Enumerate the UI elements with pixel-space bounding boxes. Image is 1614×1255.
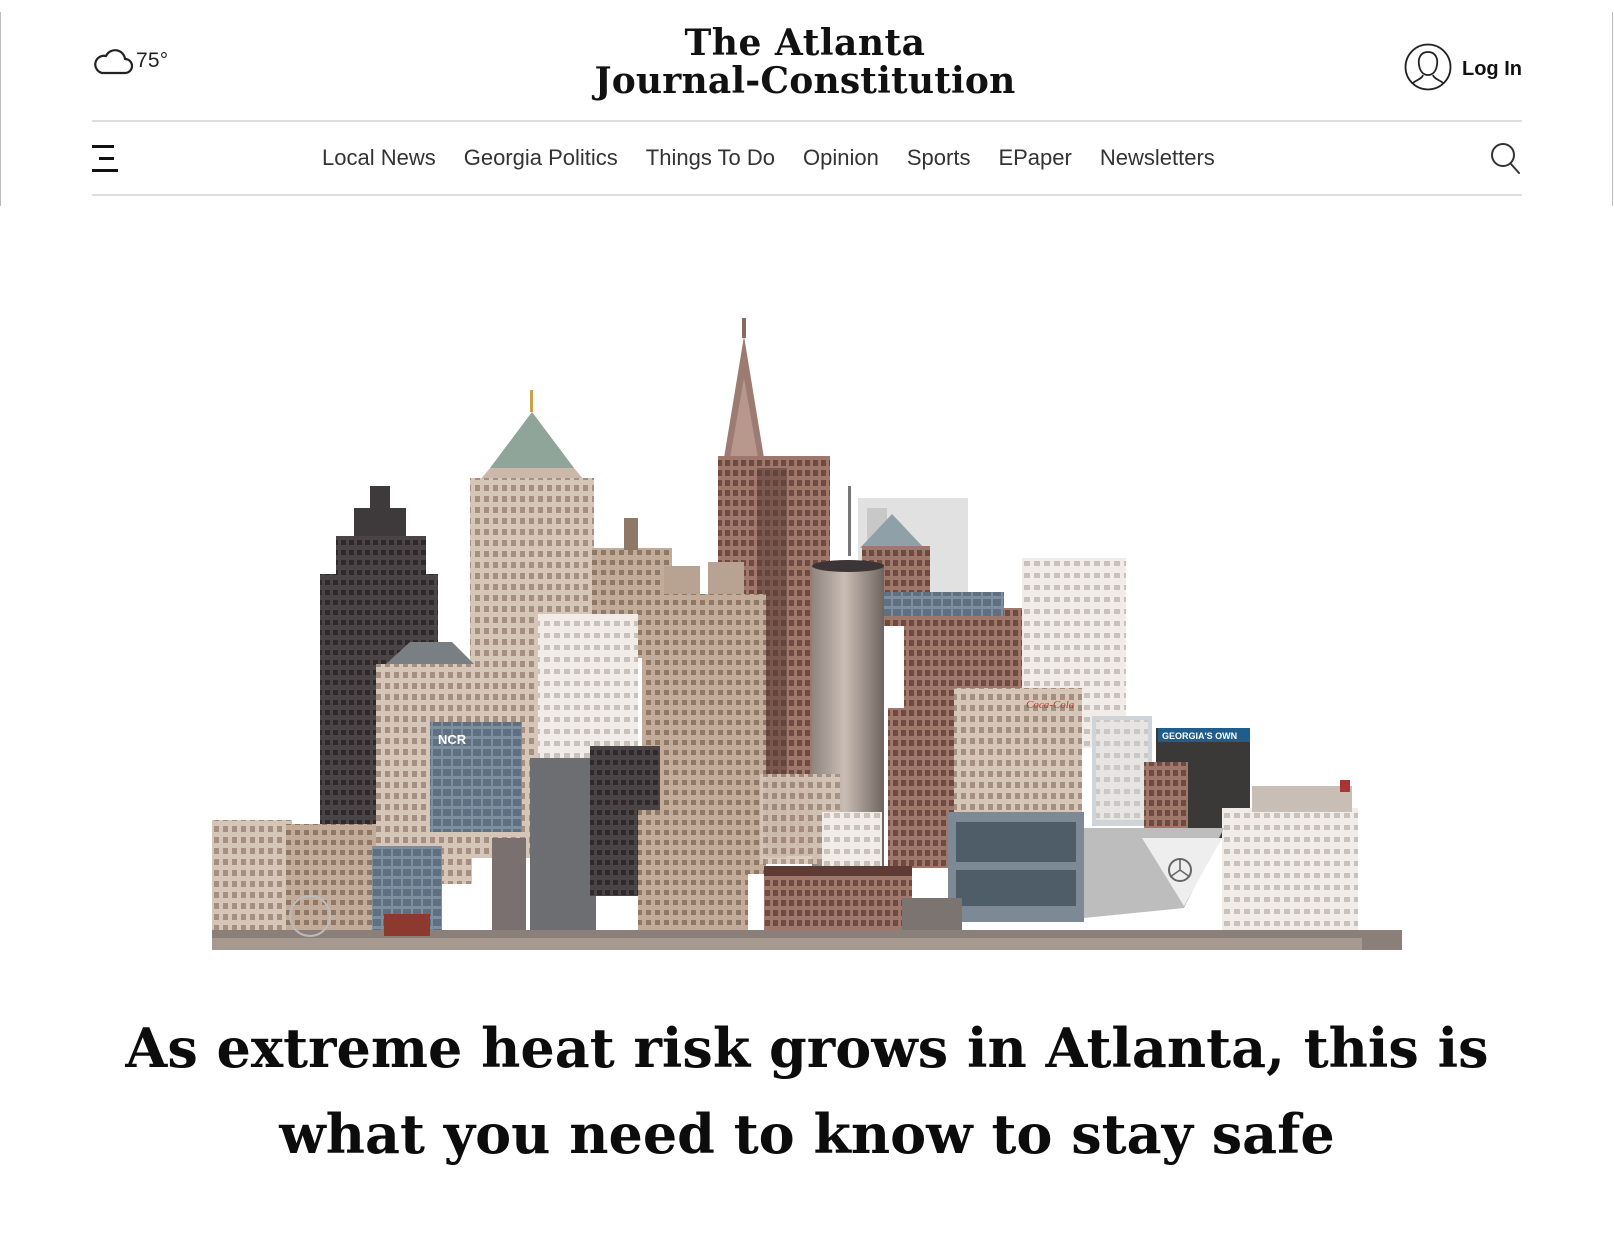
logo-line-2: Journal-Constitution xyxy=(594,60,1016,102)
left-border xyxy=(0,12,1,206)
search-icon[interactable] xyxy=(1490,142,1522,181)
nav-item-things-to-do[interactable]: Things To Do xyxy=(646,143,775,173)
weather-temperature: 75° xyxy=(136,49,169,72)
stadium xyxy=(1084,828,1224,918)
site-logo[interactable]: The Atlanta Journal-Constitution xyxy=(560,24,1050,100)
article-headline[interactable]: As extreme heat risk grows in Atlanta, t… xyxy=(110,1005,1504,1177)
ncr-sign: NCR xyxy=(438,732,467,747)
nav-item-epaper[interactable]: EPaper xyxy=(998,143,1071,173)
login-label: Log In xyxy=(1462,58,1522,80)
nav-item-newsletters[interactable]: Newsletters xyxy=(1100,143,1215,173)
nav-divider xyxy=(92,194,1522,196)
cloud-icon xyxy=(92,46,134,76)
nav-item-sports[interactable]: Sports xyxy=(907,143,971,173)
header-divider xyxy=(92,120,1522,122)
login-button[interactable]: Log In xyxy=(1404,42,1522,97)
right-border xyxy=(1612,12,1613,206)
nav-item-georgia-politics[interactable]: Georgia Politics xyxy=(464,143,618,173)
georgias-own-sign: GEORGIA'S OWN xyxy=(1162,731,1237,741)
logo-line-1: The Atlanta xyxy=(684,22,926,64)
hamburger-menu-icon[interactable] xyxy=(92,144,122,174)
hero-image: NCR Coca-Cola GEORGIA'S OWN xyxy=(212,318,1402,978)
skyline-illustration: NCR Coca-Cola GEORGIA'S OWN xyxy=(212,318,1402,950)
main-nav: Local News Georgia Politics Things To Do… xyxy=(322,143,1215,173)
user-icon xyxy=(1404,42,1452,97)
coca-cola-sign: Coca-Cola xyxy=(1026,699,1075,711)
nav-item-opinion[interactable]: Opinion xyxy=(803,143,879,173)
nav-item-local-news[interactable]: Local News xyxy=(322,143,436,173)
weather-widget[interactable]: 75° xyxy=(92,46,168,76)
